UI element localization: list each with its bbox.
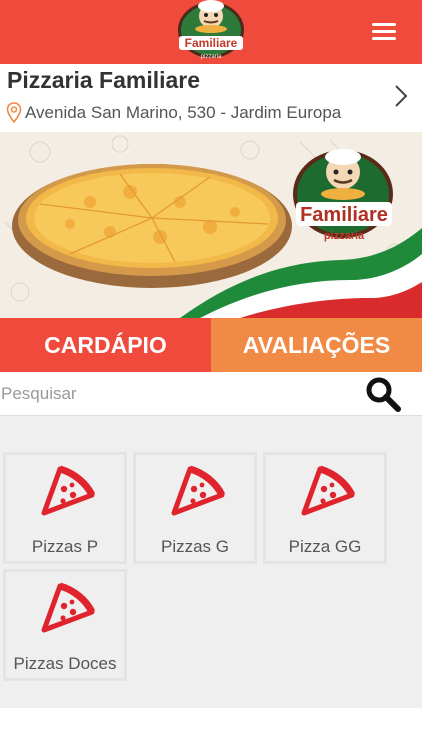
search-bar: [0, 372, 422, 416]
banner-sub: pizzaria: [324, 230, 365, 242]
top-bar: Familiare pizzaria: [0, 0, 422, 64]
banner-brand: Familiare: [300, 204, 388, 226]
category-pizza-gg[interactable]: Pizza GG: [263, 452, 387, 564]
store-banner: Familiare pizzaria: [0, 132, 422, 318]
tab-avaliacoes[interactable]: AVALIAÇÕES: [211, 318, 422, 372]
pizza-slice-icon: [41, 582, 96, 633]
logo-text: Familiare: [185, 36, 238, 50]
pizza-slice-icon: [171, 465, 226, 516]
brand-logo: Familiare pizzaria: [172, 0, 250, 62]
category-label: Pizzas P: [31, 537, 99, 556]
category-pizzas-doces[interactable]: Pizzas Doces: [3, 569, 127, 681]
search-input[interactable]: [0, 372, 360, 416]
category-label: Pizza GG: [288, 537, 362, 556]
search-icon[interactable]: [362, 376, 406, 412]
category-label: Pizzas G: [160, 537, 230, 556]
store-name: Pizzaria Familiare: [7, 67, 201, 93]
hamburger-menu-icon[interactable]: [372, 23, 396, 43]
pizza-slice-icon: [301, 465, 356, 516]
pizza-slice-icon: [41, 465, 96, 516]
store-info[interactable]: Pizzaria Familiare Avenida San Marino, 5…: [0, 64, 422, 132]
store-address-row: Avenida San Marino, 530 - Jardim Europa: [6, 102, 341, 124]
store-address: Avenida San Marino, 530 - Jardim Europa: [25, 103, 342, 122]
chevron-right-icon[interactable]: [394, 84, 408, 108]
tab-bar: CARDÁPIO AVALIAÇÕES: [0, 318, 422, 372]
logo-subtext: pizzaria: [201, 54, 222, 60]
tab-cardapio[interactable]: CARDÁPIO: [0, 318, 211, 372]
category-grid: Pizzas P Pizzas G Pizza GG Pizzas Doces: [0, 416, 422, 708]
map-pin-icon: [6, 102, 22, 124]
category-pizzas-g[interactable]: Pizzas G: [133, 452, 257, 564]
category-pizzas-p[interactable]: Pizzas P: [3, 452, 127, 564]
category-label: Pizzas Doces: [13, 654, 117, 673]
